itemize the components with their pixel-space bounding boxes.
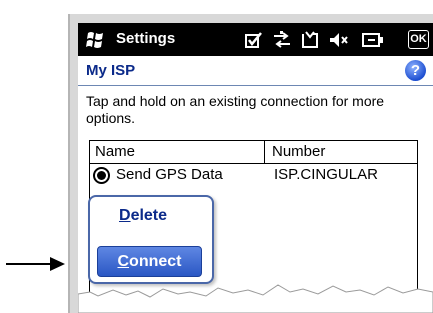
column-divider: [264, 141, 265, 163]
page-header: My ISP ?: [78, 56, 433, 86]
checkbox-icon[interactable]: [244, 30, 264, 50]
ok-button[interactable]: OK: [408, 30, 429, 49]
windows-logo-icon[interactable]: [85, 30, 107, 50]
page-title: My ISP: [86, 62, 136, 79]
connection-name: Send GPS Data: [116, 166, 223, 183]
power-icon[interactable]: [361, 30, 385, 50]
column-header-number[interactable]: Number: [272, 143, 325, 160]
list-item[interactable]: Send GPS Data ISP.CINGULAR: [90, 164, 417, 186]
connect-menu-item[interactable]: Connect: [97, 246, 202, 277]
help-icon[interactable]: ?: [405, 60, 426, 81]
connectivity-icon[interactable]: [271, 30, 293, 50]
connection-number: ISP.CINGULAR: [274, 166, 378, 183]
window-title: Settings: [116, 30, 176, 47]
instructions-text: Tap and hold on an existing connection f…: [86, 93, 385, 126]
context-menu: Delete Connect: [88, 195, 214, 284]
torn-edge: [78, 284, 433, 313]
delete-menu-item[interactable]: Delete: [119, 207, 167, 225]
speaker-muted-icon[interactable]: [328, 30, 350, 50]
battery-icon[interactable]: [300, 30, 322, 50]
list-header: Name Number: [90, 141, 417, 164]
title-bar: Settings OK: [78, 23, 433, 56]
column-header-name[interactable]: Name: [95, 143, 135, 160]
device-screen: Settings OK My ISP ? Tap and hold on an: [78, 23, 433, 313]
radio-selected-icon[interactable]: [93, 167, 110, 184]
pointer-arrow-icon: [6, 257, 65, 271]
